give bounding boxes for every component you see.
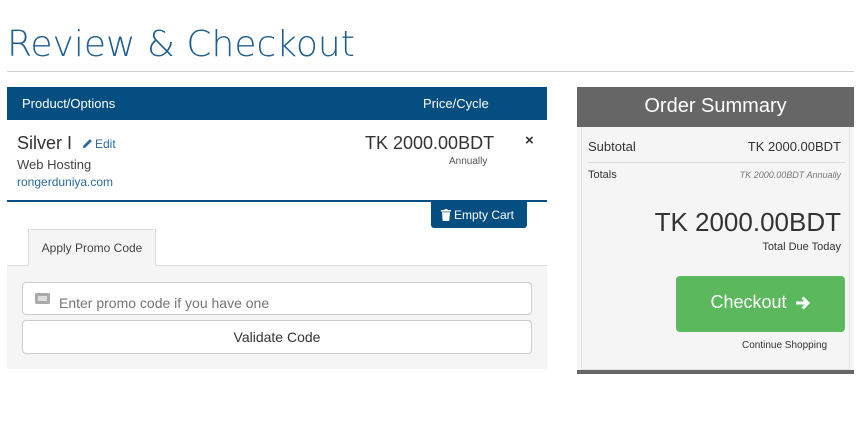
continue-shopping-link[interactable]: Continue Shopping [742,340,827,351]
total-due-label: Total Due Today [762,241,841,253]
column-header-price: Price/Cycle [423,96,489,111]
edit-label: Edit [95,137,116,151]
empty-cart-label: Empty Cart [454,208,515,222]
product-group: Web Hosting [17,157,92,172]
edit-link[interactable]: Edit [82,137,116,151]
checkout-button[interactable]: Checkout [676,276,845,332]
ticket-icon [35,293,50,304]
product-price: TK 2000.00BDT [365,133,495,153]
tab-apply-promo-code[interactable]: Apply Promo Code [28,229,156,266]
arrow-right-icon [795,296,810,310]
cart-item-row: Silver I Edit Web Hosting rongerduniya.c… [7,120,547,202]
cart-table-header: Product/Options Price/Cycle [7,87,547,120]
checkout-label: Checkout [710,292,787,312]
totals-label: Totals [588,169,617,181]
pencil-icon [82,139,92,149]
column-header-product: Product/Options [22,96,116,111]
trash-icon [441,209,451,221]
total-due-amount: TK 2000.00BDT [654,207,841,237]
page-title: Review & Checkout [7,24,355,65]
subtotal-value: TK 2000.00BDT [747,139,841,154]
order-summary-panel: Order Summary Subtotal TK 2000.00BDT Tot… [577,87,854,374]
summary-divider [588,162,845,163]
totals-value: TK 2000.00BDT Annually [739,170,841,180]
product-name: Silver I [17,133,73,153]
order-summary-title: Order Summary [577,87,854,127]
title-divider [7,71,854,72]
product-cycle: Annually [449,156,488,167]
validate-code-button[interactable]: Validate Code [22,320,532,354]
remove-item-button[interactable]: × [525,132,534,149]
product-domain: rongerduniya.com [17,175,114,189]
promo-code-input[interactable] [22,282,532,315]
empty-cart-button[interactable]: Empty Cart [431,202,527,228]
order-summary-body: Subtotal TK 2000.00BDT Totals TK 2000.00… [581,127,850,370]
subtotal-label: Subtotal [588,139,636,154]
